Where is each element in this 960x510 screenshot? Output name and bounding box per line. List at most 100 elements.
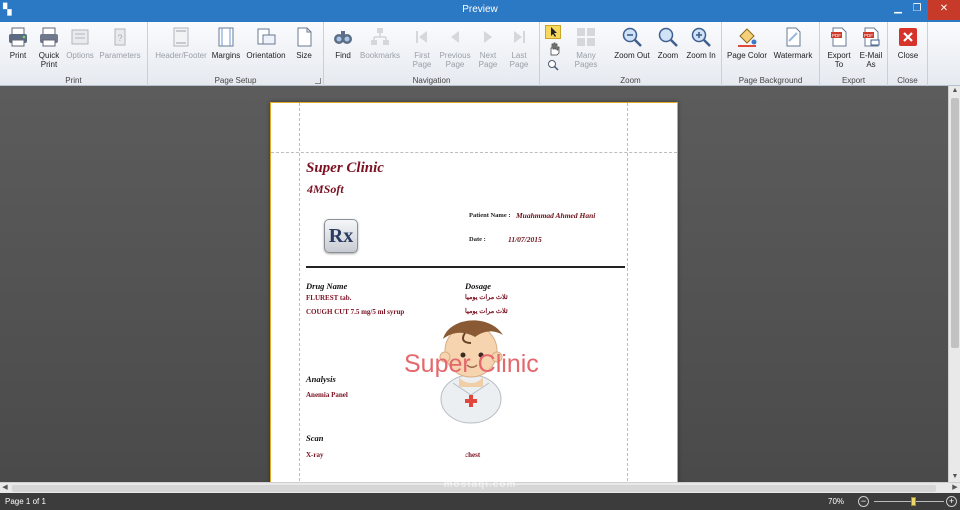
- close-preview-button[interactable]: Close: [892, 24, 924, 74]
- dosage-header: Dosage: [465, 281, 491, 291]
- zoom-slider[interactable]: − +: [858, 496, 958, 507]
- page-background-group-label: Page Background: [738, 76, 803, 85]
- drug-dosage: ثلاث مرات يوميا: [465, 308, 508, 315]
- close-group: Close Close: [888, 22, 928, 86]
- right-margin-guide: [627, 103, 628, 482]
- find-button[interactable]: Find: [328, 24, 358, 74]
- page-setup-dialog-launcher-icon[interactable]: [315, 78, 321, 84]
- page-setup-group-label: Page Setup: [214, 76, 257, 85]
- margins-button[interactable]: Margins: [210, 24, 242, 74]
- many-pages-icon: [577, 28, 595, 46]
- page-setup-group: Header/Footer Margins Orientation Size P…: [148, 22, 324, 86]
- left-margin-guide: [299, 103, 300, 482]
- zoom-out-button[interactable]: Zoom Out: [612, 24, 652, 74]
- quick-printer-icon: [40, 27, 58, 47]
- vertical-scroll-thumb[interactable]: [951, 98, 959, 348]
- zoom-minus-icon[interactable]: −: [858, 496, 869, 507]
- mostaql-latin-text: mostaql.com: [443, 479, 517, 490]
- zoom-slider-track[interactable]: [874, 501, 944, 502]
- print-group-label: Print: [65, 76, 82, 85]
- zoom-icon: [658, 27, 678, 47]
- pointer-icon: [551, 27, 557, 37]
- orientation-icon: [257, 28, 276, 45]
- close-window-button[interactable]: ✕: [928, 0, 960, 20]
- close-group-label: Close: [897, 76, 918, 85]
- scroll-down-icon[interactable]: ▼: [949, 472, 960, 482]
- margins-icon: [218, 27, 234, 47]
- maximize-button[interactable]: ❐: [906, 0, 928, 20]
- zoom-slider-knob[interactable]: [911, 497, 916, 506]
- export-to-button[interactable]: PDF Export To: [824, 24, 854, 74]
- export-group: PDF Export To PDF E-Mail As Export: [820, 22, 888, 86]
- size-button[interactable]: Size: [290, 24, 318, 74]
- date-label: Date :: [469, 236, 486, 243]
- page-size-icon: [297, 27, 312, 47]
- drug-name: COUGH CUT 7.5 mg/5 ml syrup: [306, 308, 405, 316]
- clinic-subtitle: 4MSoft: [307, 182, 344, 196]
- scroll-up-icon[interactable]: ▲: [949, 86, 960, 96]
- zoom-plus-icon[interactable]: +: [946, 496, 957, 507]
- navigation-group: Find Bookmarks First Page Previous Page …: [324, 22, 540, 86]
- close-icon: [899, 28, 917, 46]
- ribbon: Print Quick Print Options ? Parameters P…: [0, 22, 960, 96]
- vertical-scrollbar[interactable]: ▲ ▼: [948, 86, 960, 482]
- first-page-icon: [416, 31, 427, 43]
- options-button[interactable]: Options: [64, 24, 96, 74]
- bookmarks-button[interactable]: Bookmarks: [358, 24, 402, 74]
- document-page: Super Clinic 4MSoft Rx Patient Name : Mu…: [270, 102, 678, 482]
- patient-name-label: Patient Name :: [469, 212, 511, 219]
- zoom-in-button[interactable]: Zoom In: [684, 24, 718, 74]
- hand-tool-icon[interactable]: [547, 42, 561, 56]
- header-footer-button[interactable]: Header/Footer: [152, 24, 210, 74]
- magnifier-tool-icon[interactable]: [547, 59, 559, 71]
- top-margin-guide: [271, 152, 677, 153]
- previous-page-button[interactable]: Previous Page: [438, 24, 472, 74]
- email-as-button[interactable]: PDF E-Mail As: [856, 24, 886, 74]
- navigation-group-label: Navigation: [412, 76, 451, 85]
- rx-icon: Rx: [324, 219, 358, 253]
- svg-text:?: ?: [117, 33, 122, 43]
- options-icon: [71, 29, 89, 45]
- parameters-button[interactable]: ? Parameters: [98, 24, 142, 74]
- scroll-right-icon[interactable]: ▶: [950, 483, 960, 493]
- pointer-tool-button[interactable]: [545, 25, 561, 39]
- svg-text:PDF: PDF: [832, 33, 841, 38]
- next-page-button[interactable]: Next Page: [474, 24, 502, 74]
- drug-name-header: Drug Name: [306, 281, 348, 291]
- title-bar: ▚ Preview ▁ ❐ ✕: [0, 0, 960, 22]
- scan-header: Scan: [306, 433, 324, 443]
- scroll-left-icon[interactable]: ◀: [0, 483, 10, 493]
- zoom-percentage: 70%: [828, 497, 845, 506]
- quick-print-button[interactable]: Quick Print: [34, 24, 64, 74]
- many-pages-button[interactable]: Many Pages: [564, 24, 608, 74]
- window-title: Preview: [462, 4, 498, 15]
- mostaql-arabic-text: مستقل: [428, 446, 532, 479]
- header-divider: [306, 266, 625, 268]
- previous-page-icon: [451, 31, 459, 43]
- svg-text:PDF: PDF: [864, 33, 873, 38]
- zoom-group-label: Zoom: [620, 76, 641, 85]
- zoom-out-icon: [622, 27, 642, 47]
- page-color-button[interactable]: Page Color: [726, 24, 768, 74]
- analysis-header: Analysis: [306, 374, 336, 384]
- status-bar: Page 1 of 1 70% − +: [0, 493, 960, 510]
- clinic-name: Super Clinic: [306, 160, 384, 176]
- export-group-label: Export: [841, 76, 866, 85]
- parameters-icon: ?: [114, 28, 126, 46]
- print-group: Print Quick Print Options ? Parameters P…: [0, 22, 148, 86]
- watermark-icon: [786, 27, 801, 47]
- export-pdf-icon: PDF: [831, 27, 847, 47]
- first-page-button[interactable]: First Page: [406, 24, 438, 74]
- preview-workspace[interactable]: Super Clinic 4MSoft Rx Patient Name : Mu…: [0, 86, 948, 482]
- drug-name: FLUREST tab.: [306, 294, 352, 302]
- watermark-button[interactable]: Watermark: [770, 24, 816, 74]
- patient-name-value: Muahmmad Ahmed Hani: [516, 211, 596, 220]
- last-page-button[interactable]: Last Page: [504, 24, 534, 74]
- print-button[interactable]: Print: [4, 24, 32, 74]
- drug-dosage: ثلاث مرات يوميا: [465, 294, 508, 301]
- bookmarks-icon: [371, 28, 389, 45]
- page-counter: Page 1 of 1: [5, 497, 46, 506]
- next-page-icon: [484, 31, 492, 43]
- zoom-button[interactable]: Zoom: [654, 24, 682, 74]
- orientation-button[interactable]: Orientation: [244, 24, 288, 74]
